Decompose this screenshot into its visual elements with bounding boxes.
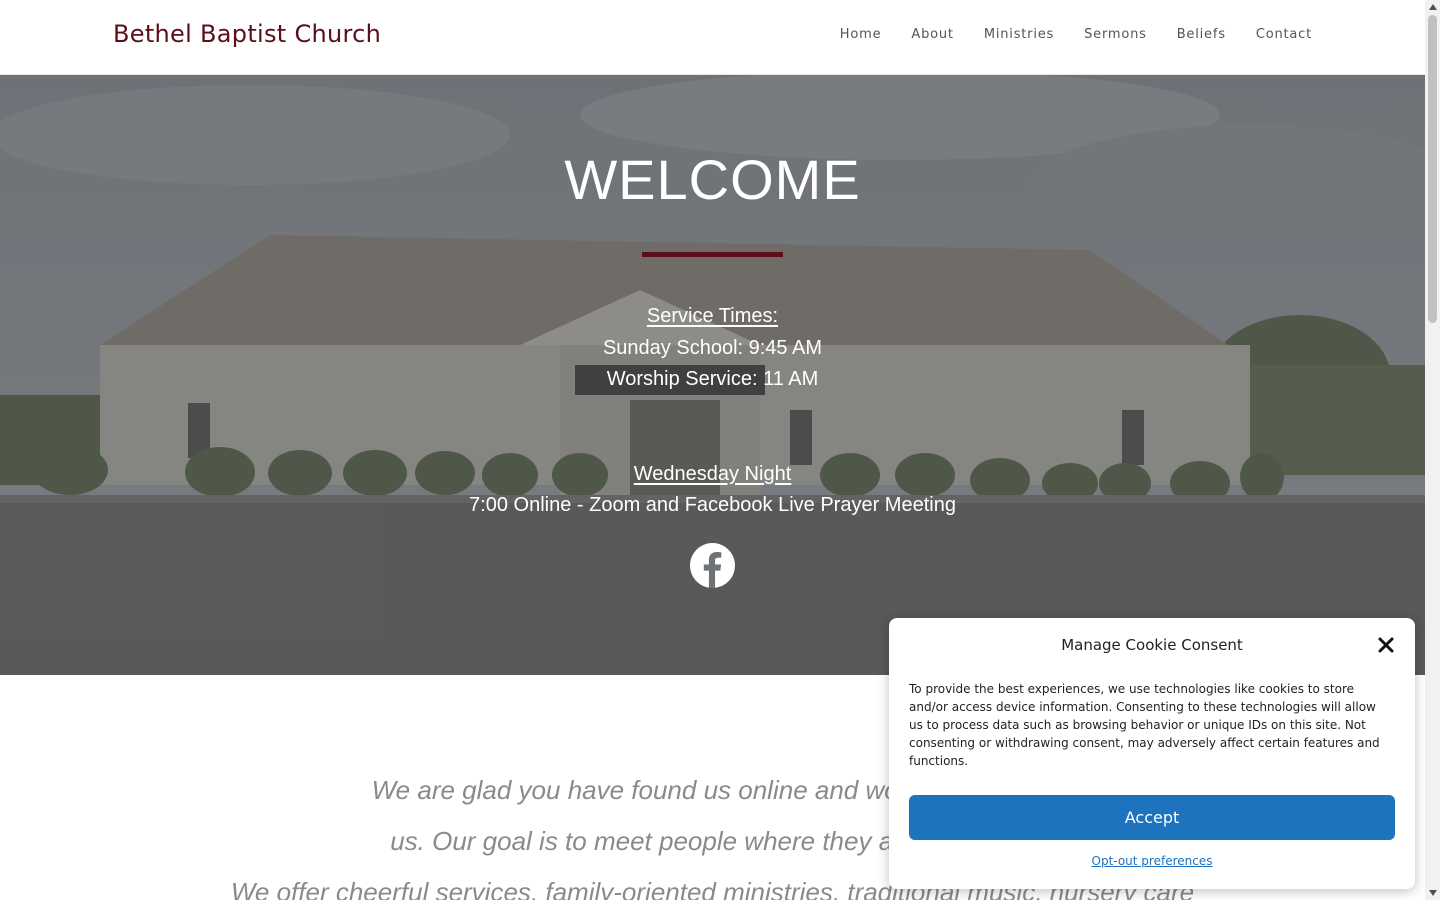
site-header: Bethel Baptist Church Home About Ministr… [0, 0, 1425, 75]
scroll-thumb[interactable] [1428, 15, 1437, 323]
close-icon[interactable] [1377, 636, 1395, 654]
cookie-dialog-text: To provide the best experiences, we use … [909, 682, 1380, 768]
opt-out-preferences-link[interactable]: Opt-out preferences [909, 854, 1395, 868]
page-scrollbar[interactable] [1425, 0, 1440, 900]
facebook-icon[interactable] [690, 543, 735, 588]
worship-service-time: Worship Service: 11 AM [606, 368, 819, 390]
sunday-school-time: Sunday School: 9:45 AM [602, 337, 823, 359]
hero-content: WELCOME Service Times: Sunday School: 9:… [0, 75, 1425, 675]
nav-beliefs[interactable]: Beliefs [1177, 27, 1226, 42]
service-times-heading: Service Times: [646, 305, 779, 327]
wednesday-night-heading: Wednesday Night [633, 463, 792, 485]
nav-sermons[interactable]: Sermons [1084, 27, 1147, 42]
title-divider [642, 252, 783, 257]
nav-home[interactable]: Home [840, 27, 882, 42]
nav-ministries[interactable]: Ministries [984, 27, 1054, 42]
nav-about[interactable]: About [911, 27, 953, 42]
site-title-link[interactable]: Bethel Baptist Church [113, 20, 381, 48]
nav-contact[interactable]: Contact [1256, 27, 1312, 42]
wednesday-night-detail: 7:00 Online - Zoom and Facebook Live Pra… [469, 494, 956, 516]
hero-section: WELCOME Service Times: Sunday School: 9:… [0, 75, 1425, 675]
scroll-down-arrow-icon[interactable] [1429, 890, 1437, 896]
cookie-dialog-title: Manage Cookie Consent [1061, 636, 1243, 654]
hero-title: WELCOME [564, 148, 861, 211]
scroll-up-arrow-icon[interactable] [1429, 4, 1437, 10]
accept-button[interactable]: Accept [909, 795, 1395, 840]
main-nav: Home About Ministries Sermons Beliefs Co… [840, 27, 1312, 42]
cookie-consent-dialog: Manage Cookie Consent To provide the bes… [889, 618, 1415, 889]
